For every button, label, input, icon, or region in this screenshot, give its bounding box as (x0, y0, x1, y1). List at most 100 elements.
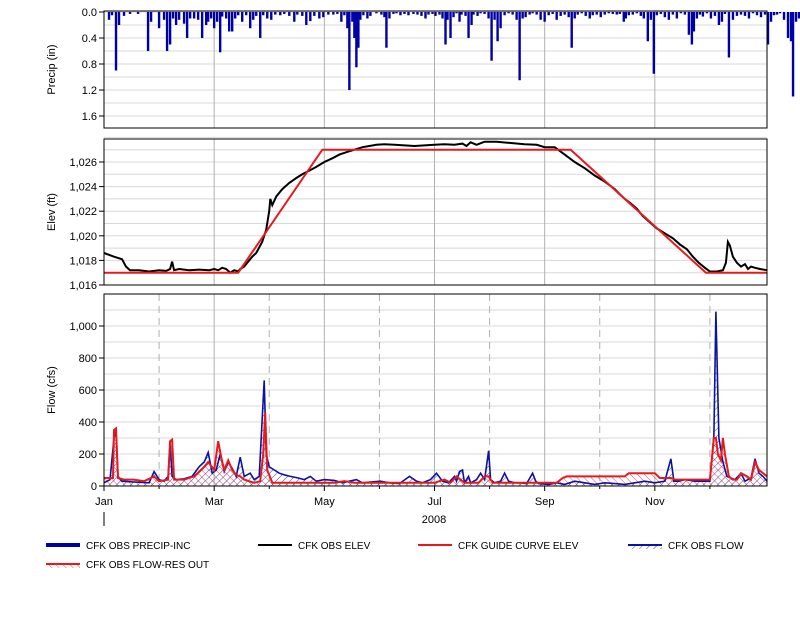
legend-label: CFK OBS PRECIP-INC (86, 541, 190, 552)
precip-bar (539, 12, 542, 20)
elev-ytick-label: 1,018 (69, 255, 97, 267)
precip-bar (380, 12, 383, 15)
precip-bar (227, 12, 231, 32)
elevation-panel: 1,016 1,018 1,020 1,022 1,024 1,026 Elev (ft) (46, 136, 768, 292)
precip-bar (483, 12, 486, 14)
precip-bar (322, 12, 325, 18)
precip-bar (388, 12, 391, 19)
precip-bar (791, 12, 795, 97)
precip-bar (611, 12, 614, 14)
precip-bar (615, 12, 618, 15)
x-tick-label: Jul (427, 496, 441, 508)
precip-bar (515, 12, 518, 20)
legend-item: CFK OBS FLOW-RES OUT (46, 560, 209, 571)
precip-bar (624, 12, 627, 19)
precip-bar (245, 12, 248, 16)
precip-bar (595, 12, 598, 15)
x-tick-label: Nov (645, 496, 665, 508)
precip-bar (591, 12, 594, 16)
precip-bar (209, 12, 213, 19)
precip-bar (165, 12, 169, 51)
precip-bar (528, 12, 531, 15)
precip-bar (735, 12, 739, 16)
precip-bar (618, 12, 621, 14)
precip-bar (293, 12, 296, 22)
precip-bar (701, 12, 705, 17)
legend-label: CFK OBS FLOW (668, 541, 744, 552)
precip-bar (499, 12, 502, 29)
precip-bar (114, 12, 118, 71)
precip-bar (412, 12, 415, 14)
elev-ytick-label: 1,016 (69, 280, 97, 292)
precip-bar (146, 12, 150, 51)
precip-bar (521, 12, 524, 19)
precip-bar (739, 12, 743, 15)
precip-bar (627, 12, 630, 16)
precip-bar (652, 12, 656, 74)
precip-bar (252, 12, 255, 20)
precip-bar (366, 12, 369, 19)
precip-bar (431, 12, 434, 14)
precip-bar (543, 12, 546, 22)
precip-bar (224, 12, 228, 19)
elev-frame (103, 138, 768, 286)
precip-bar (731, 12, 735, 20)
precip-bar (318, 12, 321, 19)
precip-bar (122, 12, 126, 16)
precip-ytick-label: 0.8 (82, 59, 97, 71)
precip-bar (274, 12, 277, 15)
precip-bar (464, 12, 467, 16)
precip-bar (493, 12, 496, 20)
precip-bar (212, 12, 216, 29)
legend-item: CFK OBS PRECIP-INC (46, 541, 190, 552)
precip-bar (192, 12, 196, 19)
legend-item: CFK OBS FLOW (628, 541, 744, 552)
precip-bar (174, 12, 178, 25)
precip-bar (309, 12, 312, 22)
precip-bar (230, 12, 234, 32)
precip-bar (452, 12, 455, 18)
precip-bar (218, 12, 222, 53)
precip-bar (723, 12, 727, 14)
precip-bar (649, 12, 653, 20)
precip-bar (659, 12, 663, 14)
precip-panel: 0.0 0.4 0.8 1.2 1.6 Precip (in) (46, 7, 800, 129)
legend-label: CFK OBS ELEV (298, 541, 371, 552)
elev-ytick-label: 1,022 (69, 206, 97, 218)
precip-bar (407, 12, 410, 16)
precip-bar (168, 12, 172, 45)
precip-bar (185, 12, 189, 38)
elev-ylabel: Elev (ft) (46, 193, 58, 231)
year-label: 2008 (422, 514, 446, 526)
precip-bar (559, 12, 562, 16)
precip-bar (162, 12, 166, 20)
legend-label: CFK OBS FLOW-RES OUT (86, 560, 209, 571)
precip-bar (288, 12, 291, 16)
precip-bar (270, 12, 273, 20)
precip-bar (599, 12, 602, 18)
precip-bar (472, 12, 475, 15)
precip-ytick-label: 1.2 (82, 85, 97, 97)
precip-bar (249, 12, 252, 29)
precip-bar (755, 12, 759, 16)
precip-bar (171, 12, 175, 19)
precip-bar (336, 12, 339, 14)
precip-bar (687, 12, 691, 35)
obs-flow-area (104, 311, 767, 486)
precip-bar (743, 12, 747, 16)
legend-item: CFK OBS ELEV (258, 541, 371, 552)
precip-bar (570, 12, 573, 48)
precip-ytick-label: 0.0 (82, 7, 97, 19)
precip-bar (427, 12, 430, 15)
precip-bar (460, 12, 463, 15)
precip-bar (531, 12, 534, 14)
precip-bar (692, 12, 696, 32)
precip-bar (375, 12, 378, 14)
x-tick-label: Sep (535, 496, 555, 508)
precip-bar (259, 12, 262, 38)
flow-ytick-label: 400 (79, 417, 97, 429)
precip-bar (487, 12, 490, 19)
precip-bar (786, 12, 790, 38)
precip-bar (607, 12, 610, 14)
precip-bar (157, 12, 161, 29)
